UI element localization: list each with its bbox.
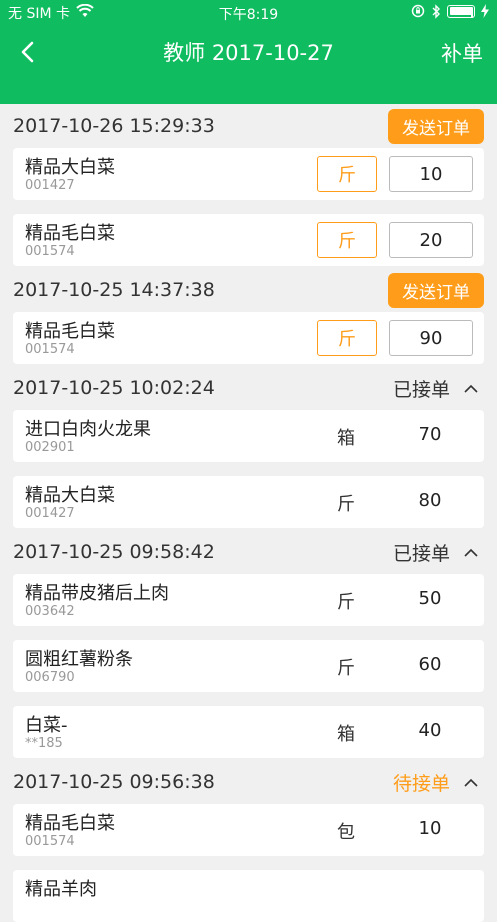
order-group-header: 2017-10-25 14:37:38 发送订单 xyxy=(13,268,484,312)
item-code: 001427 xyxy=(25,506,75,521)
bluetooth-icon xyxy=(431,3,441,23)
order-date: 2017-10-25 10:02:24 xyxy=(13,377,215,399)
unit-selector[interactable]: 斤 xyxy=(317,320,377,356)
item-name: 精品毛白菜 xyxy=(25,223,115,244)
item-quantity: 10 xyxy=(418,818,442,839)
unit-selector[interactable]: 斤 xyxy=(317,156,377,192)
charging-icon xyxy=(481,4,489,22)
order-group-header[interactable]: 2017-10-25 10:02:24 已接单 xyxy=(13,366,484,410)
item-code: 002901 xyxy=(25,440,75,455)
battery-icon xyxy=(447,4,475,22)
item-name: 精品大白菜 xyxy=(25,157,115,178)
top-bar: 无 SIM 卡 下午8:19 教师 2017-10-27 补单 xyxy=(0,0,497,104)
chevron-up-icon xyxy=(464,545,478,559)
order-status[interactable]: 待接单 xyxy=(393,769,484,796)
item-quantity: 40 xyxy=(418,720,442,741)
item-unit: 斤 xyxy=(337,658,355,679)
item-quantity: 50 xyxy=(418,588,442,609)
quantity-input[interactable]: 10 xyxy=(389,156,473,192)
unit-selector[interactable]: 斤 xyxy=(317,222,377,258)
send-order-button[interactable]: 发送订单 xyxy=(388,108,484,144)
order-group-header[interactable]: 2017-10-25 09:56:38 待接单 xyxy=(13,760,484,804)
item-name: 精品毛白菜 xyxy=(25,321,115,342)
item-code: 001574 xyxy=(25,342,75,357)
item-name: 精品羊肉 xyxy=(25,879,97,900)
order-date: 2017-10-25 09:56:38 xyxy=(13,771,215,793)
item-unit: 箱 xyxy=(337,724,355,745)
item-code: 003642 xyxy=(25,604,75,619)
item-unit: 斤 xyxy=(337,592,355,613)
item-code: 001574 xyxy=(25,244,75,259)
order-item-card: 精品毛白菜 001574 斤 20 xyxy=(13,214,484,266)
item-name: 精品带皮猪后上肉 xyxy=(25,583,169,604)
carrier-label: 无 SIM 卡 xyxy=(8,6,70,22)
order-item-card: 精品毛白菜 001574 包 10 xyxy=(13,804,484,856)
item-quantity: 70 xyxy=(418,424,442,445)
item-code: 001574 xyxy=(25,834,75,849)
wifi-icon xyxy=(76,3,94,22)
item-unit: 包 xyxy=(337,822,355,843)
chevron-up-icon xyxy=(464,381,478,395)
item-quantity: 80 xyxy=(418,490,442,511)
order-date: 2017-10-26 15:29:33 xyxy=(13,115,215,137)
item-quantity: 60 xyxy=(418,654,442,675)
status-bar: 无 SIM 卡 xyxy=(0,0,497,26)
chevron-up-icon xyxy=(464,775,478,789)
item-unit: 斤 xyxy=(337,494,355,515)
order-item-card: 精品毛白菜 001574 斤 90 xyxy=(13,312,484,364)
order-group-header: 2017-10-26 15:29:33 发送订单 xyxy=(13,104,484,148)
order-status[interactable]: 已接单 xyxy=(393,375,484,402)
item-name: 进口白肉火龙果 xyxy=(25,419,151,440)
item-name: 精品毛白菜 xyxy=(25,813,115,834)
order-status[interactable]: 已接单 xyxy=(393,539,484,566)
order-item-card: 进口白肉火龙果 002901 箱 70 xyxy=(13,410,484,462)
page-title: 教师 2017-10-27 xyxy=(163,41,334,65)
order-date: 2017-10-25 09:58:42 xyxy=(13,541,215,563)
nav-bar: 教师 2017-10-27 补单 xyxy=(0,26,497,78)
order-item-card: 精品大白菜 001427 斤 10 xyxy=(13,148,484,200)
order-item-card: 精品羊肉 xyxy=(13,870,484,922)
order-list: 2017-10-26 15:29:33 发送订单 精品大白菜 001427 斤 … xyxy=(0,104,497,922)
order-item-card: 圆粗红薯粉条 006790 斤 60 xyxy=(13,640,484,692)
item-name: 圆粗红薯粉条 xyxy=(25,649,133,670)
back-button[interactable] xyxy=(20,36,50,68)
quantity-input[interactable]: 90 xyxy=(389,320,473,356)
item-code: **185 xyxy=(25,736,63,751)
send-order-button[interactable]: 发送订单 xyxy=(388,272,484,308)
order-date: 2017-10-25 14:37:38 xyxy=(13,279,215,301)
item-name: 白菜- xyxy=(25,715,68,736)
order-item-card: 精品带皮猪后上肉 003642 斤 50 xyxy=(13,574,484,626)
item-code: 006790 xyxy=(25,670,75,685)
order-status-label: 待接单 xyxy=(392,772,450,795)
order-item-card: 白菜- **185 箱 40 xyxy=(13,706,484,758)
orientation-lock-icon xyxy=(411,4,425,22)
chevron-left-icon xyxy=(21,41,34,63)
item-code: 001427 xyxy=(25,178,75,193)
quantity-input[interactable]: 20 xyxy=(389,222,473,258)
supplement-order-button[interactable]: 补单 xyxy=(441,38,483,68)
order-group-header[interactable]: 2017-10-25 09:58:42 已接单 xyxy=(13,530,484,574)
item-name: 精品大白菜 xyxy=(25,485,115,506)
order-status-label: 已接单 xyxy=(392,542,450,565)
order-item-card: 精品大白菜 001427 斤 80 xyxy=(13,476,484,528)
item-unit: 箱 xyxy=(337,428,355,449)
order-status-label: 已接单 xyxy=(392,378,450,401)
